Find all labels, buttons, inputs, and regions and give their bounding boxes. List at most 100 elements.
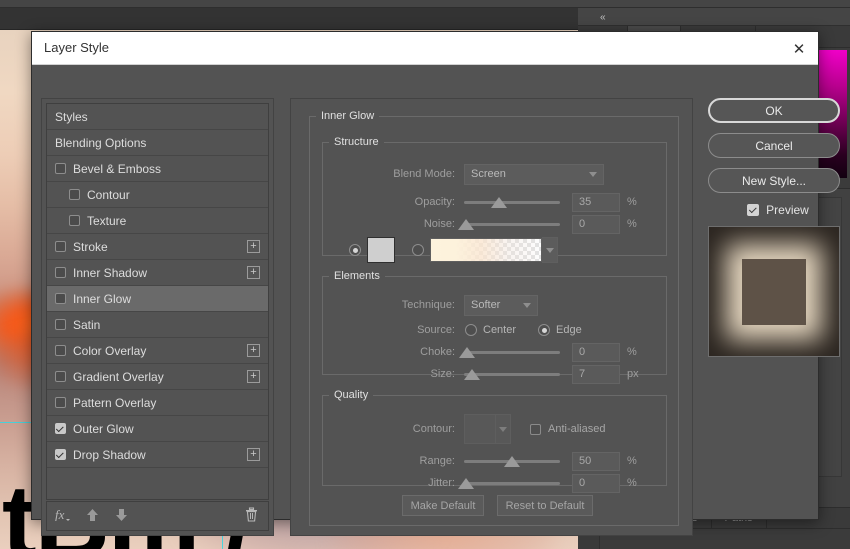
anti-aliased-label: Anti-aliased bbox=[548, 423, 606, 435]
effect-checkbox[interactable] bbox=[55, 449, 66, 460]
opacity-slider-track bbox=[464, 201, 560, 204]
fill-type-gradient-radio[interactable] bbox=[412, 244, 424, 256]
size-slider-knob[interactable] bbox=[464, 369, 480, 380]
jitter-slider[interactable] bbox=[458, 475, 560, 491]
opacity-input[interactable]: 35 bbox=[572, 192, 620, 212]
opacity-slider[interactable] bbox=[464, 194, 560, 210]
add-effect-instance-icon[interactable]: + bbox=[247, 266, 260, 279]
contour-label: Contour: bbox=[412, 423, 455, 435]
effect-row-color-overlay[interactable]: Color Overlay + bbox=[47, 338, 268, 364]
svg-text:fx: fx bbox=[55, 508, 65, 521]
technique-select[interactable]: Softer bbox=[464, 294, 538, 316]
move-effect-up-icon[interactable] bbox=[86, 508, 99, 525]
jitter-slider-knob[interactable] bbox=[458, 478, 474, 489]
choke-slider-knob[interactable] bbox=[459, 347, 475, 358]
cancel-button[interactable]: Cancel bbox=[708, 133, 840, 158]
add-effect-instance-icon[interactable]: + bbox=[247, 370, 260, 383]
effect-row-outer-glow[interactable]: Outer Glow bbox=[47, 416, 268, 442]
dialog-title-bar[interactable]: Layer Style ✕ bbox=[32, 32, 818, 65]
size-input[interactable]: 7 bbox=[572, 364, 620, 384]
quality-legend: Quality bbox=[334, 389, 369, 401]
new-style-button[interactable]: New Style... bbox=[708, 168, 840, 193]
opacity-slider-knob[interactable] bbox=[491, 197, 507, 208]
effect-row-blending-options[interactable]: Blending Options bbox=[47, 130, 268, 156]
effect-label: Styles bbox=[55, 109, 88, 124]
effect-row-styles[interactable]: Styles bbox=[47, 104, 268, 130]
effect-checkbox[interactable] bbox=[69, 189, 80, 200]
effect-checkbox[interactable] bbox=[55, 163, 66, 174]
effect-label: Inner Glow bbox=[73, 291, 132, 306]
noise-slider-knob[interactable] bbox=[458, 219, 474, 230]
add-effect-instance-icon[interactable]: + bbox=[247, 448, 260, 461]
move-effect-down-icon[interactable] bbox=[115, 508, 128, 525]
effect-checkbox[interactable] bbox=[55, 423, 66, 434]
fx-menu-icon[interactable]: fx bbox=[55, 507, 70, 524]
inner-glow-group: Inner Glow Structure Blend Mode: Screen bbox=[309, 110, 679, 526]
preview-toggle[interactable]: Preview bbox=[708, 203, 848, 217]
anti-aliased-checkbox[interactable] bbox=[530, 423, 541, 435]
effect-settings-panel: Inner Glow Structure Blend Mode: Screen bbox=[290, 98, 693, 536]
jitter-slider-track bbox=[464, 482, 560, 485]
size-slider[interactable] bbox=[464, 366, 560, 382]
effect-row-drop-shadow[interactable]: Drop Shadow + bbox=[47, 442, 268, 468]
effect-label: Outer Glow bbox=[73, 421, 134, 436]
effect-checkbox[interactable] bbox=[55, 293, 66, 304]
choke-slider[interactable] bbox=[459, 344, 560, 360]
effect-row-contour[interactable]: Contour bbox=[47, 182, 268, 208]
glow-gradient-swatch[interactable] bbox=[430, 238, 542, 262]
fill-type-color-radio[interactable] bbox=[349, 244, 361, 256]
jitter-unit: % bbox=[627, 477, 637, 489]
range-slider-knob[interactable] bbox=[504, 456, 520, 467]
contour-chevron-down-icon[interactable] bbox=[496, 414, 511, 444]
effect-checkbox[interactable] bbox=[69, 215, 80, 226]
effect-checkbox[interactable] bbox=[55, 241, 66, 252]
delete-effect-icon[interactable] bbox=[245, 507, 258, 525]
noise-slider[interactable] bbox=[458, 216, 560, 232]
effect-row-gradient-overlay[interactable]: Gradient Overlay + bbox=[47, 364, 268, 390]
blend-mode-select[interactable]: Screen bbox=[464, 163, 604, 185]
effect-label: Inner Shadow bbox=[73, 265, 148, 280]
effect-checkbox[interactable] bbox=[55, 371, 66, 382]
effects-list[interactable]: Styles Blending Options Bevel & Emboss Cont… bbox=[46, 103, 269, 500]
effect-row-stroke[interactable]: Stroke + bbox=[47, 234, 268, 260]
choke-unit: % bbox=[627, 346, 637, 358]
effect-checkbox[interactable] bbox=[55, 319, 66, 330]
technique-label: Technique: bbox=[401, 299, 455, 311]
technique-value: Softer bbox=[471, 299, 501, 311]
effect-row-bevel-emboss[interactable]: Bevel & Emboss bbox=[47, 156, 268, 182]
effect-checkbox[interactable] bbox=[55, 345, 66, 356]
make-default-button[interactable]: Make Default bbox=[402, 495, 484, 516]
effect-row-inner-shadow[interactable]: Inner Shadow + bbox=[47, 260, 268, 286]
effect-row-texture[interactable]: Texture bbox=[47, 208, 268, 234]
range-slider[interactable] bbox=[464, 453, 560, 469]
contour-swatch[interactable] bbox=[464, 414, 496, 444]
jitter-input[interactable]: 0 bbox=[572, 473, 620, 493]
choke-input[interactable]: 0 bbox=[572, 342, 620, 362]
preview-checkbox[interactable] bbox=[747, 204, 760, 216]
noise-input[interactable]: 0 bbox=[572, 214, 620, 234]
preview-label: Preview bbox=[766, 203, 809, 217]
add-effect-instance-icon[interactable]: + bbox=[247, 240, 260, 253]
add-effect-instance-icon[interactable]: + bbox=[247, 344, 260, 357]
effect-label: Bevel & Emboss bbox=[73, 161, 162, 176]
gradient-chevron-down-icon[interactable] bbox=[542, 237, 558, 263]
quality-group: Quality Contour: Anti-aliased Range: 50 … bbox=[322, 389, 667, 493]
size-label: Size: bbox=[430, 368, 455, 380]
opacity-label: Opacity: bbox=[414, 196, 455, 208]
close-icon[interactable]: ✕ bbox=[788, 38, 810, 60]
effect-row-pattern-overlay[interactable]: Pattern Overlay bbox=[47, 390, 268, 416]
effect-checkbox[interactable] bbox=[55, 267, 66, 278]
effect-row-satin[interactable]: Satin bbox=[47, 312, 268, 338]
collapse-panels-icon[interactable]: « bbox=[600, 12, 605, 23]
dock-header: « bbox=[578, 8, 850, 26]
reset-to-default-button[interactable]: Reset to Default bbox=[497, 495, 593, 516]
effect-row-inner-glow[interactable]: Inner Glow bbox=[47, 286, 268, 312]
source-edge-radio[interactable] bbox=[538, 324, 551, 336]
dialog-actions: OK Cancel New Style... Preview bbox=[708, 98, 848, 357]
source-center-radio[interactable] bbox=[465, 324, 477, 336]
range-input[interactable]: 50 bbox=[572, 451, 620, 471]
effect-checkbox[interactable] bbox=[55, 397, 66, 408]
glow-color-swatch[interactable] bbox=[367, 237, 395, 263]
ok-button[interactable]: OK bbox=[708, 98, 840, 123]
jitter-label: Jitter: bbox=[428, 477, 455, 489]
